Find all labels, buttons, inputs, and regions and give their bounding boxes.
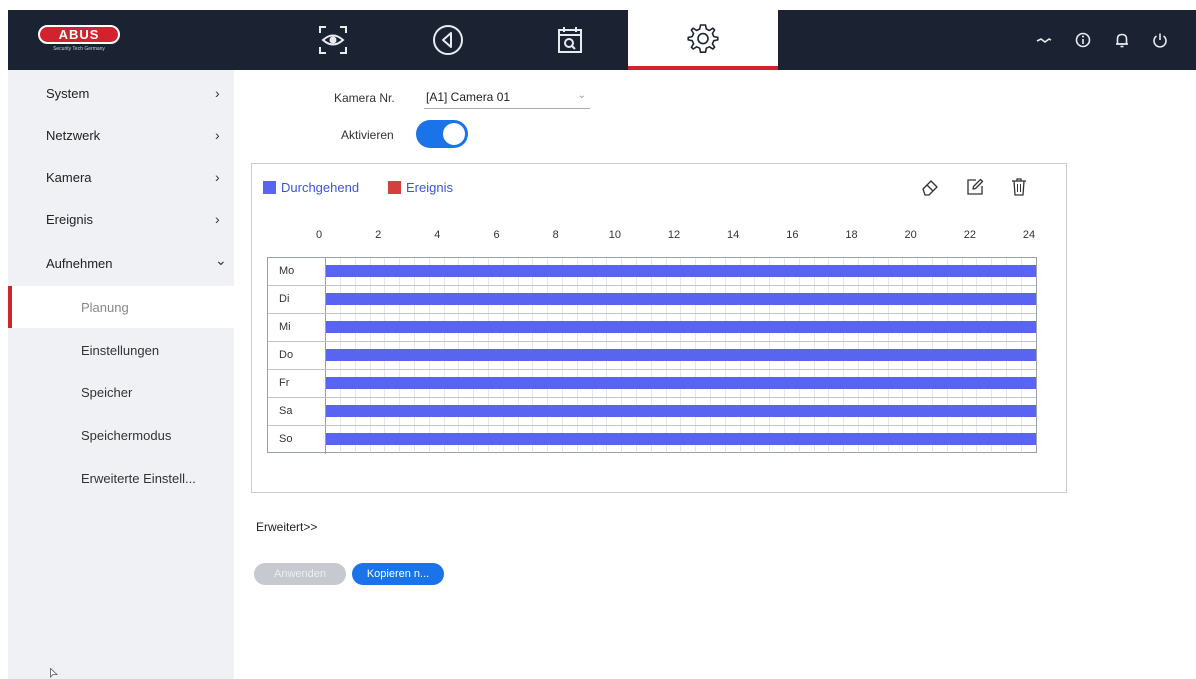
sidebar-item-label: Ereignis	[46, 211, 93, 227]
hour-label: 24	[1022, 229, 1036, 241]
apply-button[interactable]: Anwenden	[254, 563, 346, 585]
eye-icon	[319, 26, 347, 54]
sidebar-subitem-label: Erweiterte Einstell...	[81, 470, 196, 486]
camera-select[interactable]: [A1] Camera 01 ⌄	[424, 87, 590, 109]
sidebar-subitem-label: Speicher	[81, 384, 133, 400]
hour-label: 18	[845, 229, 858, 241]
camera-select-value: [A1] Camera 01	[426, 90, 511, 104]
hour-label: 22	[963, 229, 976, 241]
sidebar-item-label: System	[46, 85, 90, 101]
schedule-row-do[interactable]: Do	[268, 342, 1036, 370]
info-icon[interactable]	[1071, 28, 1095, 52]
hour-label: 2	[375, 229, 382, 241]
sidebar-item-system[interactable]: System ›	[8, 72, 234, 114]
play-back-icon	[433, 25, 463, 55]
day-label: Sa	[279, 405, 293, 417]
recording-block-continuous[interactable]	[326, 265, 1036, 277]
hour-label: 14	[727, 229, 740, 241]
legend-label: Durchgehend	[281, 179, 360, 195]
network-icon[interactable]	[1032, 28, 1056, 52]
sidebar-item-label: Aufnehmen	[46, 255, 113, 271]
chevron-down-icon: ⌄	[577, 90, 586, 101]
hour-label: 6	[493, 229, 500, 241]
sidebar-item-label: Netzwerk	[46, 127, 101, 143]
recording-block-continuous[interactable]	[326, 377, 1036, 389]
legend-label: Ereignis	[406, 179, 453, 195]
legend-continuous[interactable]: Durchgehend	[263, 179, 360, 195]
hour-label: 8	[552, 229, 559, 241]
gear-icon	[687, 24, 719, 53]
search-tab[interactable]	[495, 10, 645, 70]
chevron-right-icon: ›	[215, 127, 220, 143]
recording-block-continuous[interactable]	[326, 349, 1036, 361]
hour-label: 12	[667, 229, 681, 241]
day-label: Mi	[279, 321, 291, 333]
schedule-row-mo[interactable]: Mo	[268, 258, 1036, 286]
edit-button[interactable]	[963, 175, 987, 199]
schedule-row-mi[interactable]: Mi	[268, 314, 1036, 342]
hour-label: 20	[904, 229, 917, 241]
eraser-button[interactable]	[918, 175, 942, 199]
chevron-right-icon: ›	[215, 211, 220, 227]
chevron-right-icon: ›	[215, 85, 220, 101]
hour-label: 4	[434, 229, 441, 241]
legend-swatch-blue	[263, 180, 276, 194]
schedule-grid[interactable]: Mo Di Mi Do Fr Sa So	[267, 257, 1037, 454]
advanced-link[interactable]: Erweitert>>	[256, 520, 317, 534]
legend-event[interactable]: Ereignis	[388, 179, 453, 195]
power-icon[interactable]	[1148, 28, 1172, 52]
camera-number-label: Kamera Nr.	[334, 91, 395, 105]
recording-block-continuous[interactable]	[326, 405, 1036, 417]
sidebar-item-planung[interactable]: Planung	[8, 286, 234, 328]
copy-to-button[interactable]: Kopieren n...	[352, 563, 444, 585]
sidebar-item-ereignis[interactable]: Ereignis ›	[8, 198, 234, 240]
recording-block-continuous[interactable]	[326, 293, 1036, 305]
logo-text: ABUS	[38, 25, 120, 44]
sidebar-subitem-label: Speichermodus	[81, 427, 172, 443]
chevron-right-icon: ›	[215, 169, 220, 185]
calendar-search-icon	[558, 27, 582, 53]
day-label: Do	[279, 349, 294, 361]
recording-block-continuous[interactable]	[326, 433, 1036, 445]
sidebar-item-netzwerk[interactable]: Netzwerk ›	[8, 114, 234, 156]
bell-icon[interactable]	[1110, 28, 1134, 52]
day-label: Mo	[279, 265, 295, 277]
schedule-row-di[interactable]: Di	[268, 286, 1036, 314]
abus-logo: ABUS Security Tech Germany	[38, 25, 120, 53]
chevron-down-icon: ⌄	[215, 252, 227, 268]
sidebar-item-speichermodus[interactable]: Speichermodus	[8, 414, 234, 456]
sidebar-item-kamera[interactable]: Kamera ›	[8, 156, 234, 198]
day-label: Fr	[279, 377, 290, 389]
trash-icon	[1012, 178, 1026, 196]
settings-sidebar: System › Netzwerk › Kamera › Ereignis › …	[8, 70, 234, 679]
day-label: Di	[279, 293, 290, 305]
logo-tagline: Security Tech Germany	[53, 46, 105, 52]
hour-label: 16	[786, 229, 799, 241]
day-label: So	[279, 433, 293, 445]
toggle-knob	[443, 123, 465, 145]
sidebar-item-aufnehmen[interactable]: Aufnehmen ⌄	[8, 242, 234, 284]
mouse-cursor-icon	[50, 668, 58, 678]
sidebar-subitem-label: Planung	[81, 299, 129, 315]
schedule-row-so[interactable]: So	[268, 426, 1036, 454]
sidebar-item-label: Kamera	[46, 169, 92, 185]
sidebar-subitem-label: Einstellungen	[81, 342, 160, 358]
recording-block-continuous[interactable]	[326, 321, 1036, 333]
settings-tab[interactable]	[628, 10, 778, 70]
top-navigation-bar: ABUS Security Tech Germany	[8, 10, 1196, 70]
delete-button[interactable]	[1007, 175, 1031, 199]
sidebar-item-erweiterte-einstellungen[interactable]: Erweiterte Einstell...	[8, 457, 234, 499]
hour-label: 0	[315, 229, 323, 241]
edit-icon	[967, 178, 984, 195]
eraser-icon	[922, 180, 938, 196]
sidebar-item-speicher[interactable]: Speicher	[8, 371, 234, 413]
activate-label: Aktivieren	[341, 128, 394, 142]
hour-label: 10	[608, 229, 621, 241]
sidebar-item-einstellungen[interactable]: Einstellungen	[8, 329, 234, 371]
schedule-row-fr[interactable]: Fr	[268, 370, 1036, 398]
legend-swatch-red	[388, 180, 401, 194]
activate-toggle[interactable]	[416, 120, 468, 148]
schedule-row-sa[interactable]: Sa	[268, 398, 1036, 426]
